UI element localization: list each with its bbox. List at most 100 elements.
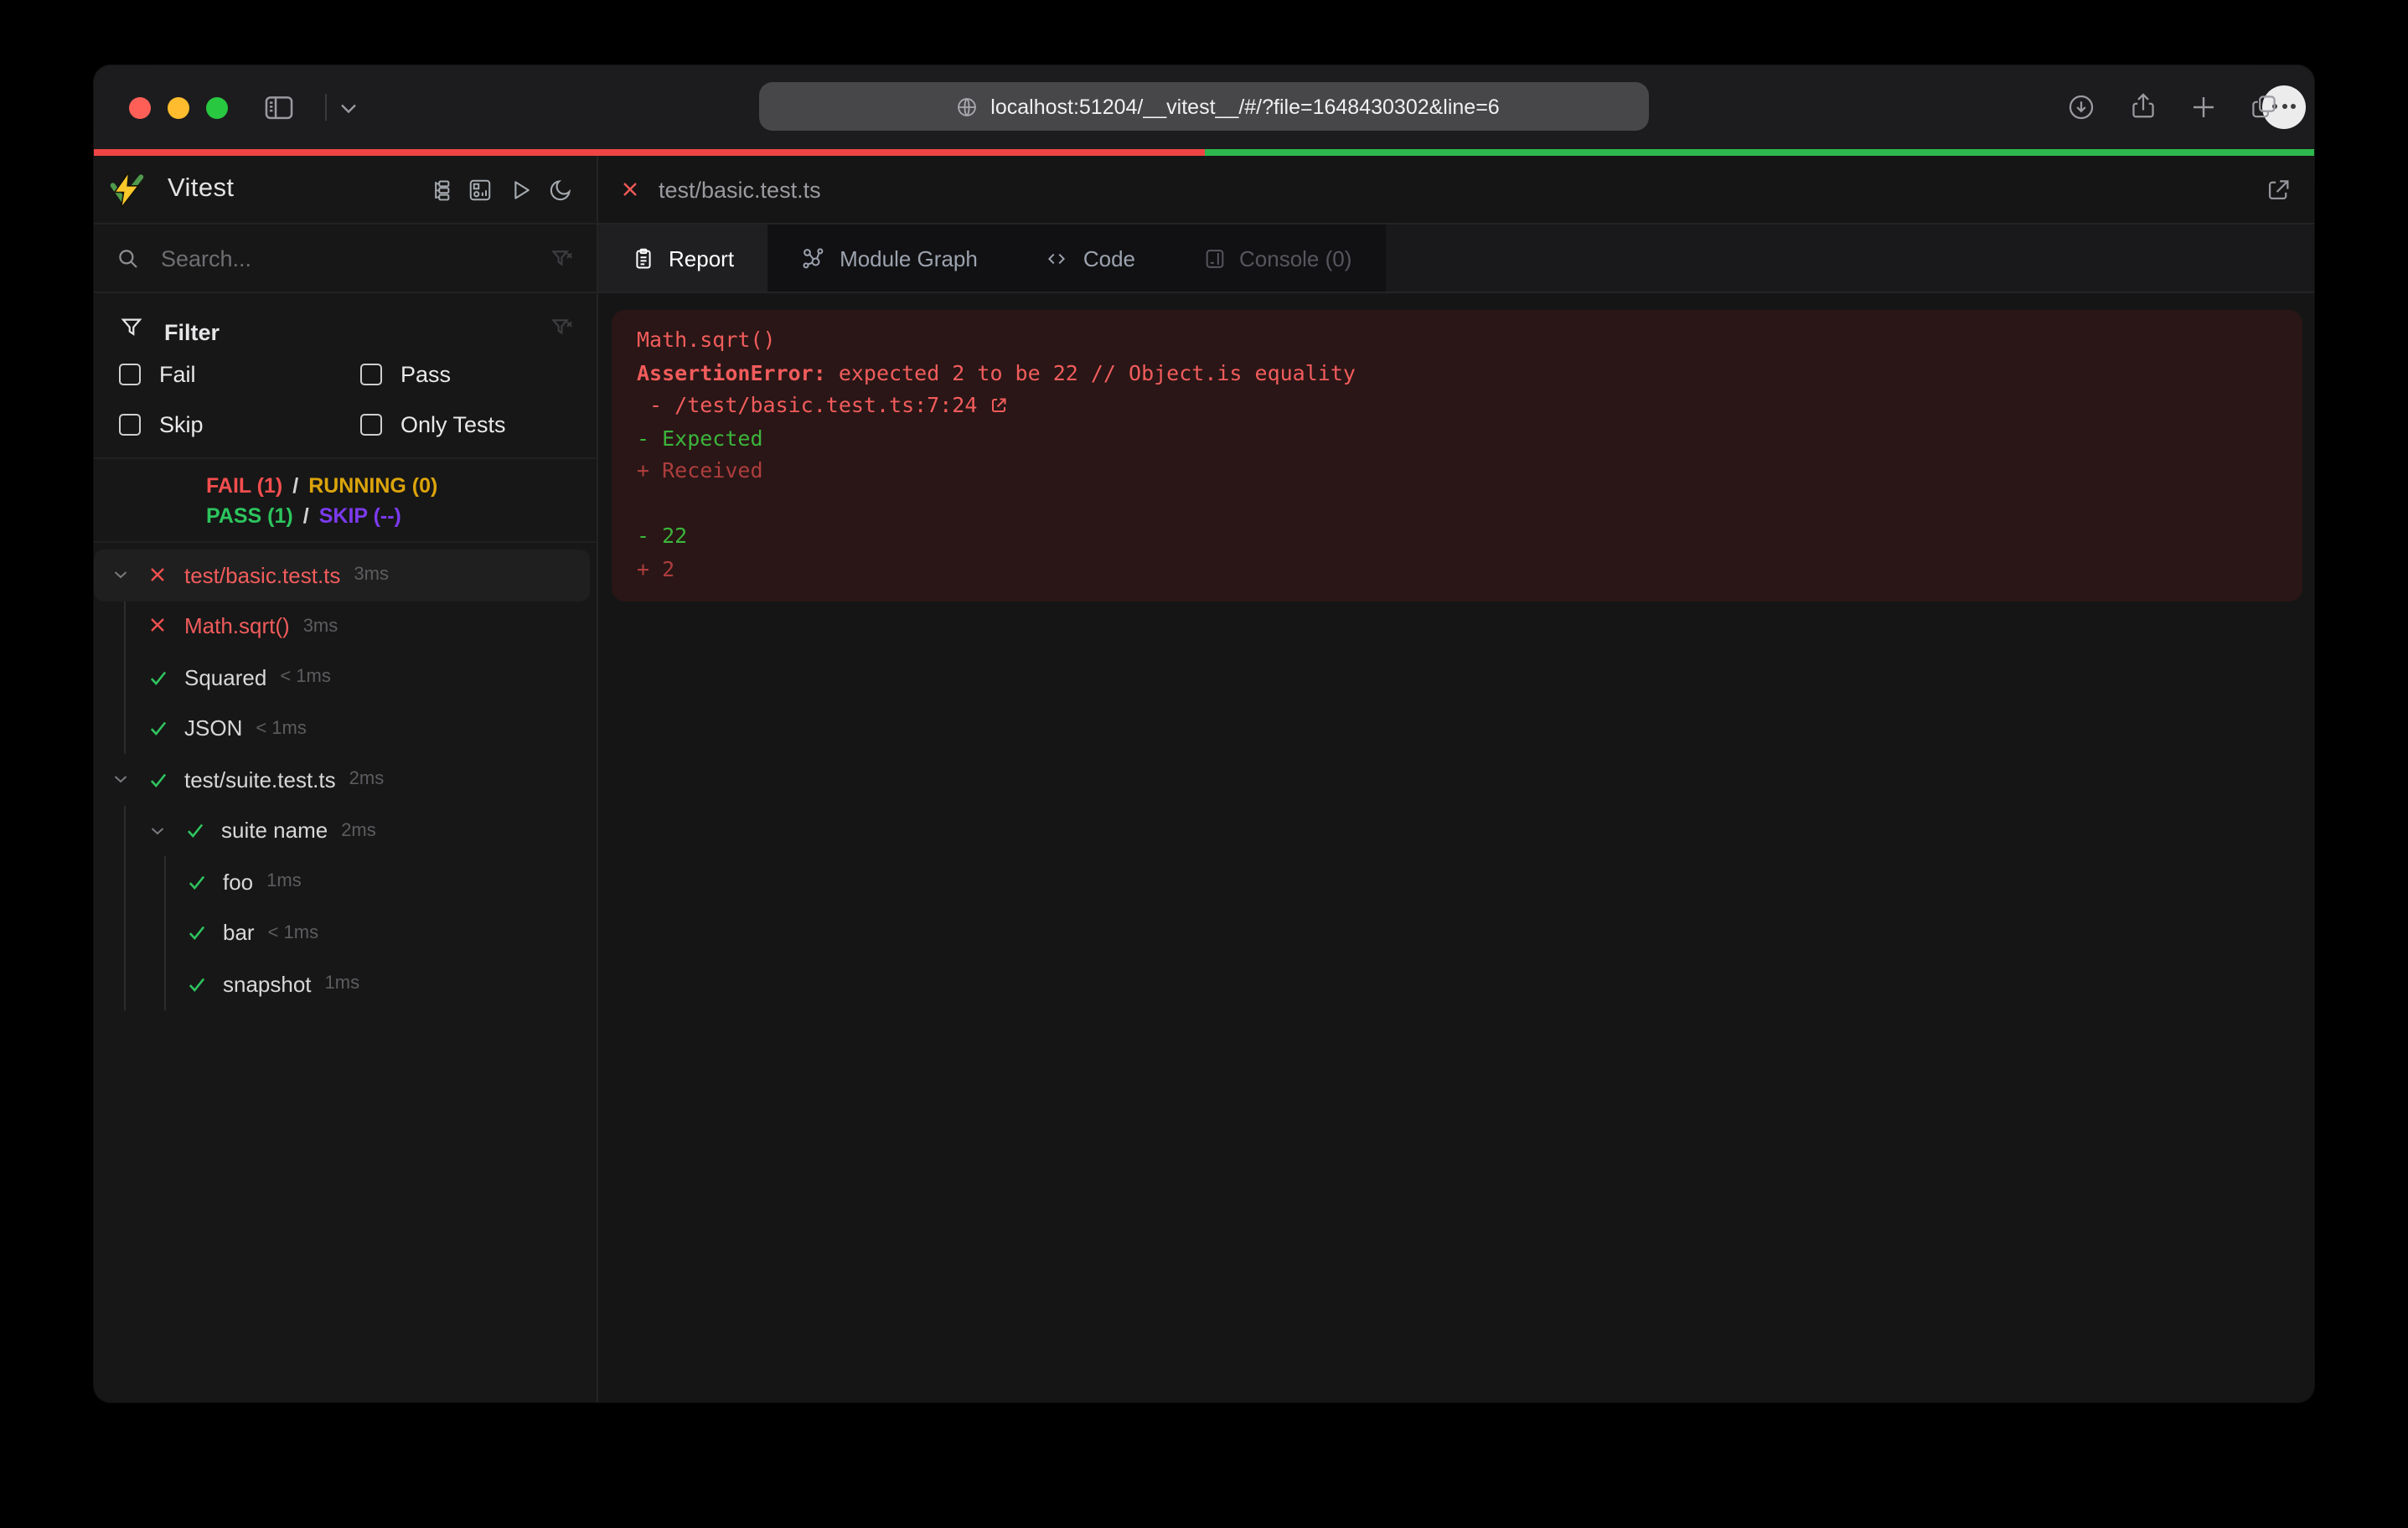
tree-row[interactable]: test/basic.test.ts3ms xyxy=(94,550,590,601)
report-line: AssertionError: expected 2 to be 22 // O… xyxy=(637,356,2282,389)
report-line: - 22 xyxy=(637,519,2282,552)
test-duration: < 1ms xyxy=(280,668,331,688)
test-label: test/suite.test.ts xyxy=(184,767,336,792)
chevron-down-icon[interactable] xyxy=(111,565,137,586)
tree-row[interactable]: Math.sqrt() 3ms xyxy=(94,601,597,652)
report-line: - /test/basic.test.ts:7:24 xyxy=(637,389,2282,421)
external-link-icon[interactable] xyxy=(977,392,1009,417)
pass-icon xyxy=(186,871,208,893)
file-header: test/basic.test.ts xyxy=(598,156,2314,225)
test-tree: test/basic.test.ts3ms Math.sqrt() 3ms Squar… xyxy=(94,543,597,1402)
clear-search-filter-icon[interactable] xyxy=(550,245,575,271)
tree-row[interactable]: snapshot 1ms xyxy=(94,958,597,1009)
chevron-down-icon[interactable] xyxy=(147,821,174,841)
checkbox-icon[interactable] xyxy=(119,364,141,385)
view-mode-icon[interactable] xyxy=(429,177,452,202)
report-line: Math.sqrt() xyxy=(637,323,2282,356)
run-all-icon[interactable] xyxy=(508,177,533,202)
tree-row[interactable]: JSON < 1ms xyxy=(94,703,597,754)
tab-overview-icon[interactable] xyxy=(2249,92,2279,122)
screen: localhost:51204/__vitest__/#/?file=16484… xyxy=(0,0,2408,1528)
test-duration: 2ms xyxy=(341,821,376,841)
report-line: + 2 xyxy=(637,552,2282,585)
share-icon[interactable] xyxy=(2128,90,2158,122)
pass-icon xyxy=(184,820,206,842)
tree-row[interactable]: suite name 2ms xyxy=(94,805,597,856)
test-label: Math.sqrt() xyxy=(184,614,290,639)
test-label: foo xyxy=(223,870,253,895)
module-graph-icon xyxy=(801,245,826,271)
separator: / xyxy=(292,473,298,497)
checkbox-icon[interactable] xyxy=(119,414,141,436)
tree-row[interactable]: Squared < 1ms xyxy=(94,652,597,703)
search-icon xyxy=(116,245,141,271)
app-title: Vitest xyxy=(168,174,234,204)
filter-checkbox-skip[interactable]: Skip xyxy=(119,412,360,437)
main-panel: test/basic.test.ts Report Module Graph Cod… xyxy=(598,156,2314,1402)
filter-checkbox-fail[interactable]: Fail xyxy=(119,362,360,387)
checkbox-icon[interactable] xyxy=(360,364,382,385)
separator: / xyxy=(303,503,309,527)
sidebar: Vitest xyxy=(94,156,598,1402)
pass-icon xyxy=(147,718,169,740)
report-line: - Expected xyxy=(637,421,2282,454)
pass-count: PASS (1) xyxy=(206,503,293,527)
pass-icon xyxy=(186,922,208,944)
test-duration: 1ms xyxy=(325,974,360,994)
chevron-down-icon[interactable] xyxy=(338,102,359,116)
test-label: snapshot xyxy=(223,972,312,997)
downloads-icon[interactable] xyxy=(2066,92,2096,122)
filter-checkbox-only-tests[interactable]: Only Tests xyxy=(360,412,506,437)
test-duration: 3ms xyxy=(303,617,338,637)
tab-label: Console (0) xyxy=(1239,245,1351,271)
dark-mode-toggle-icon[interactable] xyxy=(548,177,573,202)
code-icon xyxy=(1045,247,1070,269)
browser-toolbar: localhost:51204/__vitest__/#/?file=16484… xyxy=(94,65,2314,149)
progress-fail-segment xyxy=(94,149,1204,156)
tab-console-0[interactable]: Console (0) xyxy=(1169,225,1385,292)
test-progress-bar xyxy=(94,149,2314,156)
open-in-editor-icon[interactable] xyxy=(2264,175,2292,204)
globe-icon xyxy=(955,95,979,118)
pass-icon xyxy=(147,667,169,689)
clear-filters-icon[interactable] xyxy=(550,315,575,340)
filter-checkbox-pass[interactable]: Pass xyxy=(360,362,506,387)
chevron-down-icon[interactable] xyxy=(111,770,137,790)
tree-row[interactable]: test/suite.test.ts 2ms xyxy=(94,754,597,805)
checkbox-icon[interactable] xyxy=(360,414,382,436)
filter-label: Filter xyxy=(164,319,220,344)
report-line: + Received xyxy=(637,454,2282,487)
pass-icon xyxy=(186,973,208,995)
tab-label: Module Graph xyxy=(840,245,978,271)
checkbox-label: Skip xyxy=(159,412,204,437)
sidebar-toggle-icon[interactable] xyxy=(260,92,298,124)
vitest-logo-icon xyxy=(107,170,146,209)
checkbox-label: Fail xyxy=(159,362,196,387)
tab-label: Code xyxy=(1083,245,1135,271)
tab-report[interactable]: Report xyxy=(598,225,767,292)
test-label: suite name xyxy=(221,818,328,844)
test-duration: < 1ms xyxy=(256,719,307,739)
tree-row[interactable]: foo1ms xyxy=(94,856,597,907)
report-icon xyxy=(632,245,655,271)
tab-module-graph[interactable]: Module Graph xyxy=(767,225,1011,292)
test-label: test/basic.test.ts xyxy=(184,563,340,588)
address-bar[interactable]: localhost:51204/__vitest__/#/?file=16484… xyxy=(759,82,1649,131)
run-summary: FAIL (1) / RUNNING (0) PASS (1) / SKIP (… xyxy=(94,459,597,543)
search-bar xyxy=(94,225,597,293)
dashboard-icon[interactable] xyxy=(468,177,493,202)
close-window-button[interactable] xyxy=(129,97,151,119)
error-report: Math.sqrt()AssertionError: expected 2 to… xyxy=(612,310,2302,601)
test-label: JSON xyxy=(184,716,242,741)
new-tab-icon[interactable] xyxy=(2188,92,2219,122)
test-duration: 2ms xyxy=(349,770,385,790)
test-label: Squared xyxy=(184,665,266,690)
url-text: localhost:51204/__vitest__/#/?file=16484… xyxy=(990,95,1499,118)
search-input[interactable] xyxy=(161,245,530,271)
minimize-window-button[interactable] xyxy=(168,97,189,119)
tree-row[interactable]: bar< 1ms xyxy=(94,907,597,958)
report-line xyxy=(637,487,2282,519)
zoom-window-button[interactable] xyxy=(206,97,228,119)
skip-count: SKIP (--) xyxy=(319,503,401,527)
tab-code[interactable]: Code xyxy=(1011,225,1169,292)
